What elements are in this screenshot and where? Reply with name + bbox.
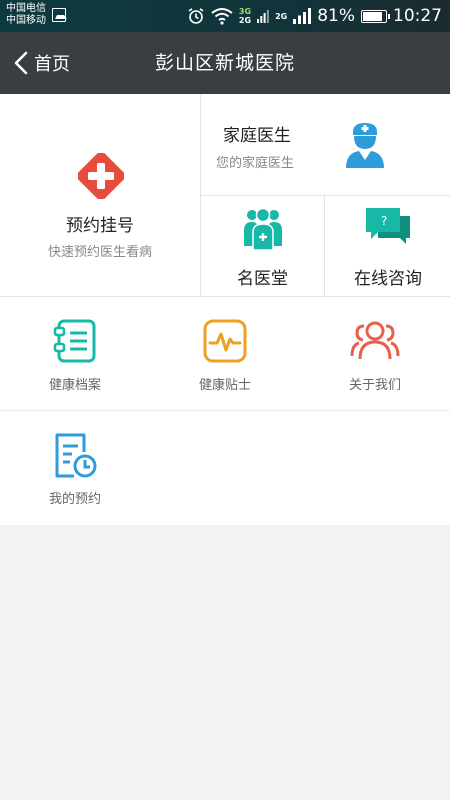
my-appointments-label: 我的预约 xyxy=(48,492,101,507)
menu-row-1: 健康档案 健康贴士 关于我们 xyxy=(0,297,450,411)
carrier-2: 中国移动 xyxy=(6,15,46,26)
alarm-icon xyxy=(188,8,204,24)
appointment-title: 预约挂号 xyxy=(66,216,134,236)
about-us-label: 关于我们 xyxy=(348,378,401,393)
family-doctor-title: 家庭医生 xyxy=(223,126,291,146)
health-records-item[interactable]: 健康档案 xyxy=(0,297,150,411)
doctors-group-icon xyxy=(201,206,324,252)
wifi-icon xyxy=(211,8,233,25)
schedule-clock-icon xyxy=(0,432,150,480)
health-records-icon xyxy=(0,318,150,364)
doctor-icon xyxy=(345,122,385,172)
menu-row-2: 我的预约 xyxy=(0,411,450,525)
online-consult-title: 在线咨询 xyxy=(354,269,422,289)
family-doctor-subtitle: 您的家庭医生 xyxy=(216,156,295,171)
family-doctor-tile[interactable]: 家庭医生 您的家庭医生 xyxy=(201,94,450,196)
signal-icon-1 xyxy=(257,10,269,23)
online-consult-tile[interactable]: ? 在线咨询 xyxy=(326,196,450,297)
heartbeat-icon xyxy=(150,318,300,364)
svg-text:?: ? xyxy=(381,214,387,228)
title-bar: 彭山区新城医院 首页 xyxy=(0,32,450,94)
back-button[interactable]: 首页 xyxy=(14,32,70,94)
appointment-subtitle: 快速预约医生看病 xyxy=(47,245,152,260)
net-2g-label: 2G xyxy=(238,16,252,25)
health-records-label: 健康档案 xyxy=(48,378,101,393)
status-bar: 中国电信 中国移动 3G 2G 2G 81% 10:27 xyxy=(0,0,450,32)
back-label: 首页 xyxy=(34,54,70,75)
appointment-tile[interactable]: 预约挂号 快速预约医生看病 xyxy=(0,94,201,297)
network-type-2g: 2G xyxy=(275,12,287,21)
net-3g-label: 3G xyxy=(238,7,252,16)
medical-cross-icon xyxy=(76,151,126,203)
chat-bubbles-icon: ? xyxy=(326,206,450,246)
battery-percent: 81% xyxy=(317,6,355,26)
network-type-3g: 3G 2G xyxy=(239,7,251,25)
chevron-left-icon xyxy=(14,51,28,75)
battery-icon xyxy=(361,9,390,23)
image-notification-icon xyxy=(52,8,67,22)
services-grid: 预约挂号 快速预约医生看病 家庭医生 您的家庭医生 名医堂 ? 在线咨询 xyxy=(0,94,450,297)
signal-icon-2 xyxy=(293,8,312,24)
health-tips-item[interactable]: 健康贴士 xyxy=(150,297,300,411)
carrier-info: 中国电信 中国移动 xyxy=(6,3,46,27)
famous-doctors-tile[interactable]: 名医堂 xyxy=(201,196,325,297)
users-icon xyxy=(300,318,450,364)
about-us-item[interactable]: 关于我们 xyxy=(300,297,450,411)
clock: 10:27 xyxy=(393,6,442,26)
net-2g-label-b: 2G xyxy=(275,11,288,21)
status-icons: 3G 2G 2G 81% 10:27 xyxy=(187,0,442,32)
health-tips-label: 健康贴士 xyxy=(198,378,251,393)
famous-doctors-title: 名医堂 xyxy=(237,269,288,289)
my-appointments-item[interactable]: 我的预约 xyxy=(0,411,150,525)
carrier-1: 中国电信 xyxy=(6,3,46,14)
